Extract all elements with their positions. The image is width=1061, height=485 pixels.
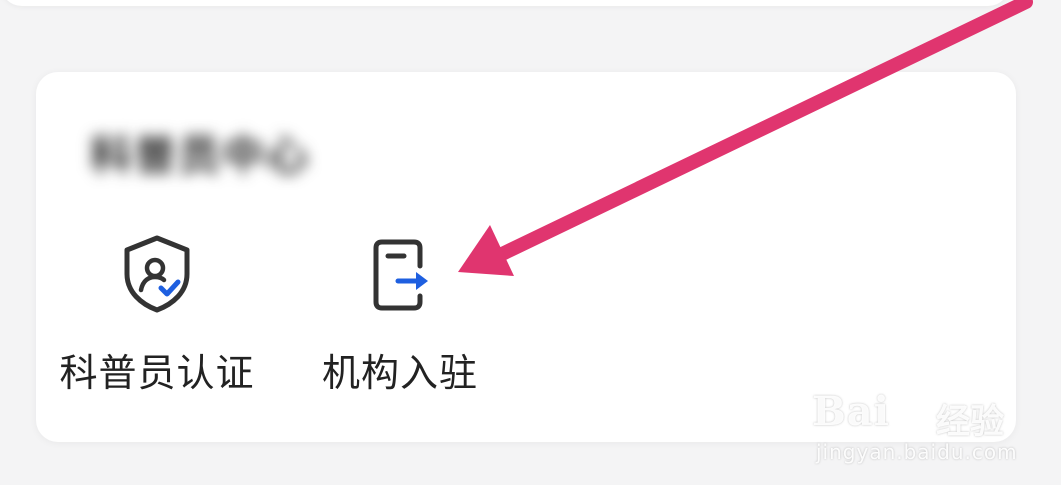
watermark-suffix-text: 经验 xyxy=(936,402,1004,442)
entry-label: 机构入驻 xyxy=(321,351,478,395)
section-title: 科普员中心 xyxy=(90,131,311,180)
entry-label: 科普员认证 xyxy=(59,351,255,395)
watermark-logo-text: Bai xyxy=(812,388,890,435)
institution-onboarding-entry[interactable]: 机构入驻 xyxy=(290,230,510,397)
document-arrow-in-icon xyxy=(373,239,428,311)
baidu-jingyan-watermark: Bai 经验 jingyan.baidu.com xyxy=(812,372,1017,472)
shield-user-check-icon xyxy=(124,235,190,313)
previous-card xyxy=(0,0,1010,6)
popularizer-certification-entry[interactable]: 科普员认证 xyxy=(47,230,267,397)
watermark-url: jingyan.baidu.com xyxy=(816,440,1018,464)
paw-icon xyxy=(886,372,939,420)
screen: 科普员中心 科普员认证 机构入驻 Bai 经验 jingyan.baidu.co… xyxy=(0,0,1061,485)
